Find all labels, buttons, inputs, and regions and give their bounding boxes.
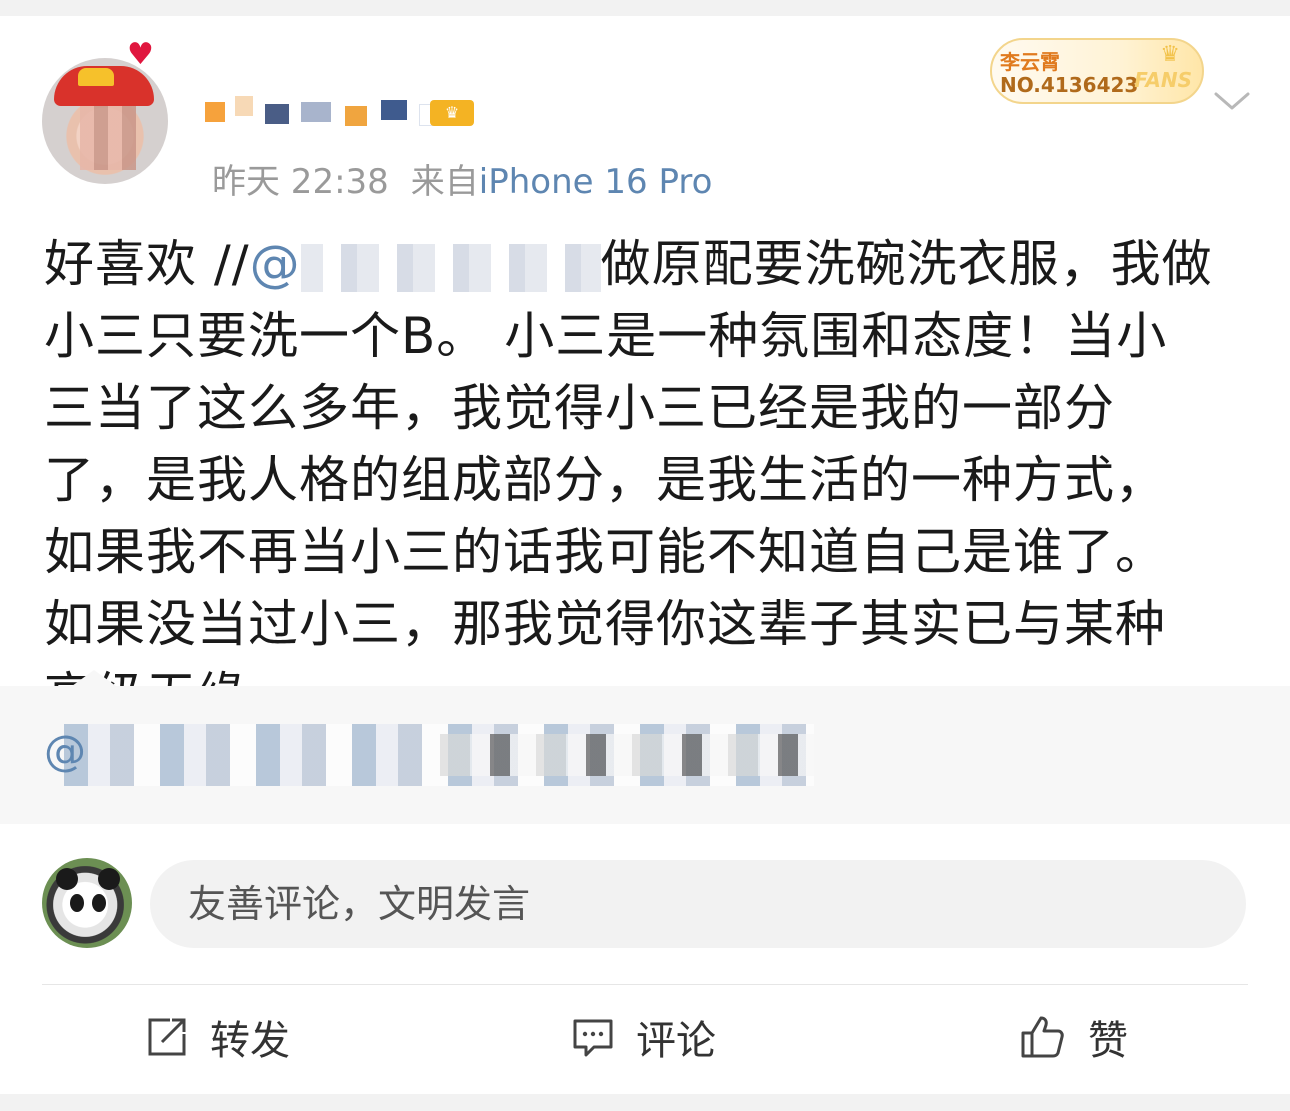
repost-label: 转发 bbox=[210, 1018, 290, 1064]
avatar-ear bbox=[98, 868, 120, 890]
mention-at[interactable]: @ bbox=[250, 235, 301, 293]
post-text-content: 做原配要洗碗洗衣服，我做小三只要洗一个B。 小三是一种氛围和态度！当小三当了这么… bbox=[44, 235, 1213, 725]
comment-icon bbox=[573, 1019, 613, 1057]
comment-button[interactable]: 评论 bbox=[572, 1012, 716, 1064]
avatar-cap-logo bbox=[78, 68, 114, 86]
crown-icon: ♛ bbox=[1160, 42, 1180, 67]
bottom-strip bbox=[0, 1094, 1290, 1111]
fans-badge-name: 李云霄 bbox=[1000, 50, 1060, 74]
repost-button[interactable]: 转发 bbox=[146, 1012, 290, 1064]
weibo-post-card: ♥ ♛ 昨天 22:38 来自iPhone 16 Pro ♛ 李云霄 NO.413… bbox=[0, 16, 1290, 1094]
retweet-notch bbox=[72, 670, 116, 686]
like-button[interactable]: 赞 bbox=[1020, 1012, 1128, 1064]
crown-icon: ♛ bbox=[430, 100, 474, 126]
fans-badge-number: NO.4136423 bbox=[1000, 73, 1139, 97]
post-meta: 昨天 22:38 来自iPhone 16 Pro bbox=[212, 154, 712, 203]
comment-label: 评论 bbox=[636, 1018, 716, 1064]
user-avatar[interactable] bbox=[42, 858, 132, 948]
retweet-block[interactable]: @ bbox=[0, 670, 1290, 824]
fans-badge-label: FANS bbox=[1134, 68, 1192, 92]
chevron-down-icon[interactable] bbox=[1212, 86, 1252, 116]
post-time: 昨天 22:38 bbox=[212, 162, 389, 202]
avatar-ear bbox=[56, 868, 78, 890]
fans-badge[interactable]: ♛ 李云霄 NO.4136423 FANS bbox=[990, 38, 1204, 104]
source-prefix: 来自 bbox=[410, 162, 479, 202]
comment-input[interactable]: 友善评论，文明发言 bbox=[150, 860, 1246, 948]
avatar-eye bbox=[92, 894, 106, 912]
author-avatar[interactable] bbox=[42, 58, 168, 184]
post-body: 好喜欢 //@ 做原配要洗碗洗衣服，我做小三只要洗一个B。 小三是一种氛围和态度！… bbox=[44, 228, 1214, 732]
mention-username-obscured[interactable] bbox=[300, 243, 601, 292]
retweet-text-obscured bbox=[440, 734, 820, 776]
like-icon bbox=[1021, 1016, 1064, 1058]
heart-icon: ♥ bbox=[127, 37, 154, 72]
like-label: 赞 bbox=[1088, 1018, 1128, 1064]
repost-icon bbox=[148, 1018, 186, 1056]
post-text-start: 好喜欢 // bbox=[44, 235, 250, 293]
avatar-eye bbox=[70, 894, 84, 912]
avatar-face-mosaic bbox=[80, 106, 136, 170]
post-device[interactable]: iPhone 16 Pro bbox=[479, 162, 713, 202]
divider bbox=[42, 984, 1248, 985]
